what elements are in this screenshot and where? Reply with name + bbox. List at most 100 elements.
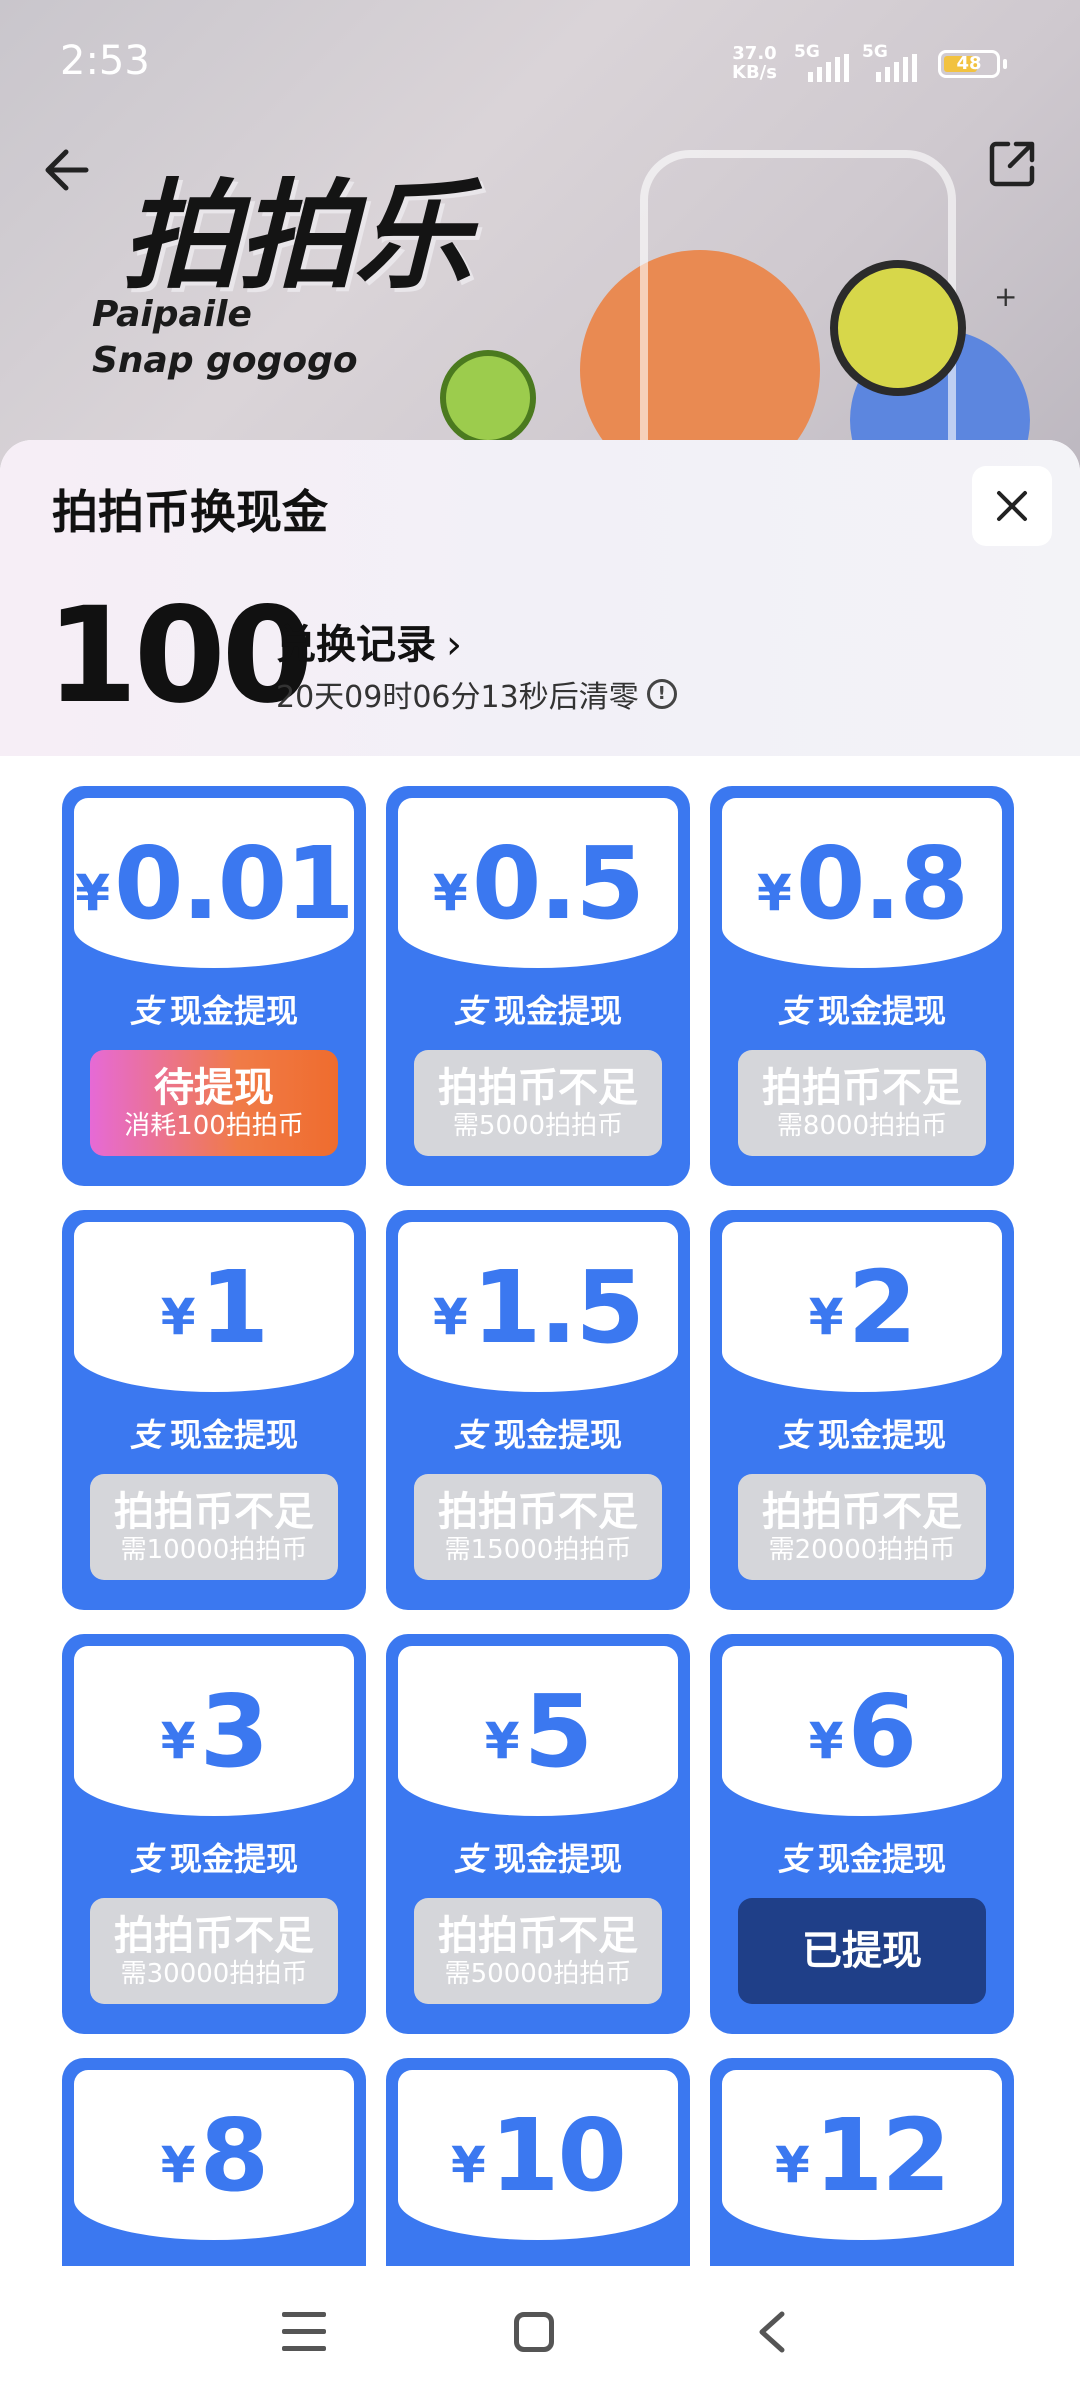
button-label: 拍拍币不足 [114, 1489, 314, 1535]
cash-amount: ¥1 [74, 1222, 354, 1392]
cash-option-card[interactable]: ¥0.01 支现金提现 待提现 消耗100拍拍币 [62, 786, 366, 1186]
cash-amount: ¥5 [398, 1646, 678, 1816]
currency-symbol: ¥ [808, 1712, 844, 1770]
cash-option-card[interactable]: ¥1.5 支现金提现拍拍币不足 需15000拍拍币 [386, 1210, 690, 1610]
status-time: 2:53 [60, 38, 150, 84]
alipay-icon: 支 [453, 1840, 486, 1878]
withdraw-method: 支现金提现 [62, 1834, 366, 1880]
withdraw-method-label: 现金提现 [170, 992, 299, 1030]
withdraw-method-label: 现金提现 [494, 1840, 623, 1878]
coin-balance: 100 [46, 579, 314, 733]
cash-amount: ¥3 [74, 1646, 354, 1816]
button-label: 拍拍币不足 [762, 1065, 962, 1111]
amount-value: 0.5 [471, 824, 645, 942]
coin-cost-label: 需10000拍拍币 [120, 1535, 308, 1565]
coin-cost-label: 需20000拍拍币 [768, 1535, 956, 1565]
cash-amount: ¥8 [74, 2070, 354, 2240]
insufficient-coins-button[interactable]: 拍拍币不足 需10000拍拍币 [90, 1474, 338, 1580]
alipay-icon: 支 [777, 1840, 810, 1878]
withdraw-method-label: 现金提现 [818, 1840, 947, 1878]
insufficient-coins-button[interactable]: 拍拍币不足 需8000拍拍币 [738, 1050, 986, 1156]
insufficient-coins-button[interactable]: 拍拍币不足 需30000拍拍币 [90, 1898, 338, 2004]
insufficient-coins-button[interactable]: 拍拍币不足 需50000拍拍币 [414, 1898, 662, 2004]
cash-option-card[interactable]: ¥1 支现金提现拍拍币不足 需10000拍拍币 [62, 1210, 366, 1610]
info-icon[interactable]: ! [646, 679, 677, 709]
insufficient-coins-button[interactable]: 拍拍币不足 需20000拍拍币 [738, 1474, 986, 1580]
button-label: 已提现 [802, 1928, 922, 1974]
currency-symbol: ¥ [451, 2136, 486, 2194]
cash-amount: ¥6 [722, 1646, 1002, 1816]
back-chevron-icon[interactable] [748, 2308, 794, 2356]
insufficient-coins-button[interactable]: 拍拍币不足 需15000拍拍币 [414, 1474, 662, 1580]
network-speed: 37.0 KB/s [732, 43, 777, 83]
button-label: 拍拍币不足 [762, 1489, 962, 1535]
currency-symbol: ¥ [433, 864, 468, 922]
share-icon[interactable] [984, 136, 1040, 192]
sheet-header: 拍拍币换现金 100 兑换记录 › 20天09时06分13秒后清零 ! [0, 440, 1080, 756]
button-label: 拍拍币不足 [114, 1913, 314, 1959]
cash-option-card[interactable]: ¥12 [710, 2058, 1014, 2270]
coin-cost-label: 需15000拍拍币 [444, 1535, 632, 1565]
currency-symbol: ¥ [775, 2136, 810, 2194]
coin-cost-label: 需5000拍拍币 [452, 1111, 624, 1141]
alipay-icon: 支 [453, 992, 486, 1030]
button-label: 拍拍币不足 [438, 1065, 638, 1111]
currency-symbol: ¥ [433, 1288, 468, 1346]
withdraw-method-label: 现金提现 [494, 992, 623, 1030]
chevron-right-icon: › [446, 622, 462, 668]
cash-option-card[interactable]: ¥8 [62, 2058, 366, 2270]
sheet-title: 拍拍币换现金 [52, 485, 328, 539]
coin-cost-label: 需50000拍拍币 [444, 1959, 632, 1989]
coin-cost-label: 消耗100拍拍币 [124, 1111, 304, 1141]
alipay-icon: 支 [129, 1840, 162, 1878]
withdraw-method: 支现金提现 [710, 1410, 1014, 1456]
alipay-icon: 支 [777, 1416, 810, 1454]
battery-icon: 48 [938, 50, 1007, 78]
brand-subtitle: Paipaile Snap gogogo [92, 294, 358, 381]
currency-symbol: ¥ [160, 1288, 196, 1346]
close-button[interactable] [972, 466, 1052, 546]
cash-option-card[interactable]: ¥10 [386, 2058, 690, 2270]
banner-decoration-green-coin [440, 350, 536, 446]
insufficient-coins-button[interactable]: 拍拍币不足 需5000拍拍币 [414, 1050, 662, 1156]
system-navigation-bar [0, 2266, 1080, 2400]
withdraw-button[interactable]: 待提现 消耗100拍拍币 [90, 1050, 338, 1156]
cash-option-card[interactable]: ¥0.5 支现金提现拍拍币不足 需5000拍拍币 [386, 786, 690, 1186]
amount-value: 3 [199, 1672, 270, 1790]
coin-cost-label: 需8000拍拍币 [776, 1111, 948, 1141]
back-arrow-icon[interactable] [36, 140, 96, 200]
menu-icon[interactable] [282, 2312, 326, 2356]
home-square-icon[interactable] [514, 2312, 554, 2352]
withdraw-method: 支现金提现 [386, 1834, 690, 1880]
alipay-icon: 支 [777, 992, 810, 1030]
amount-value: 0.8 [795, 824, 969, 942]
withdraw-method-label: 现金提现 [818, 1416, 947, 1454]
cash-amount: ¥0.5 [398, 798, 678, 968]
currency-symbol: ¥ [160, 2136, 196, 2194]
cash-option-card[interactable]: ¥0.8 支现金提现 拍拍币不足 需8000拍拍币 [710, 786, 1014, 1186]
withdraw-method: 支现金提现 [62, 1410, 366, 1456]
cash-option-card[interactable]: ¥3 支现金提现拍拍币不足 需30000拍拍币 [62, 1634, 366, 2034]
alipay-icon: 支 [453, 1416, 486, 1454]
cash-amount: ¥1.5 [398, 1222, 678, 1392]
brand-title: 拍拍乐 [122, 167, 472, 305]
exchange-records-link[interactable]: 兑换记录 › [276, 612, 462, 670]
cash-amount: ¥0.8 [722, 798, 1002, 968]
cash-option-card[interactable]: ¥6 支现金提现已提现 [710, 1634, 1014, 2034]
currency-symbol: ¥ [160, 1712, 196, 1770]
withdraw-method-label: 现金提现 [170, 1840, 299, 1878]
withdrawn-status-button[interactable]: 已提现 [738, 1898, 986, 2004]
amount-value: 12 [813, 2096, 951, 2214]
header-banner: + 2:53 37.0 KB/s 5G 5G 48 拍拍乐 Paipaile S… [0, 0, 1080, 470]
currency-symbol: ¥ [808, 1288, 844, 1346]
amount-value: 6 [847, 1672, 918, 1790]
button-label: 待提现 [154, 1065, 274, 1111]
withdraw-method: 支现金提现 [62, 986, 366, 1032]
withdraw-method-label: 现金提现 [494, 1416, 623, 1454]
cash-option-card[interactable]: ¥5 支现金提现拍拍币不足 需50000拍拍币 [386, 1634, 690, 2034]
cash-option-card[interactable]: ¥2 支现金提现 拍拍币不足 需20000拍拍币 [710, 1210, 1014, 1610]
currency-symbol: ¥ [757, 864, 792, 922]
banner-decoration-yellow-coin [830, 260, 966, 396]
amount-value: 8 [199, 2096, 270, 2214]
cash-option-grid: ¥0.01 支现金提现 待提现 消耗100拍拍币 ¥0.5 支现金提现 拍拍币不足 需5000… [62, 786, 1022, 2270]
